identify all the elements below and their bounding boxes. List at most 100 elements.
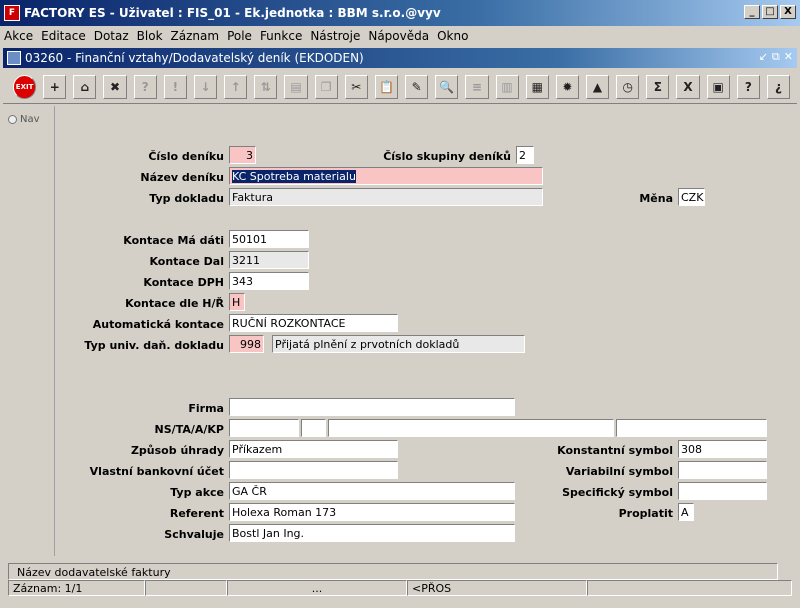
kontace-dph-field[interactable]: 343 xyxy=(229,272,309,290)
label-proplatit: Proplatit xyxy=(618,507,673,520)
label-automaticka-kontace: Automatická kontace xyxy=(92,318,224,331)
sort-asc-icon[interactable]: ↓ xyxy=(193,74,218,99)
label-cislo-deniku: Číslo deníku xyxy=(148,150,224,163)
label-schvaluje: Schvaluje xyxy=(164,528,224,541)
form-close-icon[interactable]: ✕ xyxy=(784,50,793,64)
maximize-button[interactable]: □ xyxy=(762,5,778,19)
sort-multi-icon[interactable]: ⇅ xyxy=(254,74,278,99)
nav-toggle[interactable]: Nav xyxy=(8,114,40,125)
konstantni-symbol-field[interactable]: 308 xyxy=(678,440,767,458)
kp-field[interactable] xyxy=(616,419,767,437)
edit-icon[interactable]: ✎ xyxy=(405,74,429,99)
form-minimize-icon[interactable]: ↙ xyxy=(759,50,768,64)
typ-dokladu-field[interactable]: Faktura xyxy=(229,188,543,206)
exit-button[interactable]: EXIT xyxy=(13,74,37,99)
label-typ-akce: Typ akce xyxy=(170,486,224,499)
chart-icon[interactable]: ▲ xyxy=(585,74,610,99)
proplatit-field[interactable]: A xyxy=(678,503,694,521)
copy-icon[interactable]: ❐ xyxy=(314,74,338,99)
form-icon xyxy=(7,51,21,65)
label-specificky-symbol: Specifický symbol xyxy=(562,486,673,499)
sort-desc-icon[interactable]: ↑ xyxy=(224,74,248,99)
toolbar: EXIT + ⌂ ✖ ? ! ↓ ↑ ⇅ ▤ ❐ ✂ 📋 ✎ 🔍 ≡ ▥ ▦ ✹… xyxy=(3,70,797,104)
label-kontace-ma-dati: Kontace Má dáti xyxy=(123,234,224,247)
zoom-icon[interactable]: 🔍 xyxy=(435,74,459,99)
label-typ-univ: Typ univ. daň. dokladu xyxy=(84,339,224,352)
list-icon[interactable]: ≡ xyxy=(465,74,489,99)
cislo-deniku-field[interactable]: 3 xyxy=(229,146,256,164)
menu-okno[interactable]: Okno xyxy=(433,29,472,43)
nazev-deniku-value: KC Spotreba materialu xyxy=(232,170,356,183)
enter-query-icon[interactable]: ? xyxy=(133,74,157,99)
menu-napoveda[interactable]: Nápověda xyxy=(364,29,433,43)
close-button[interactable]: X xyxy=(780,5,796,19)
menu-funkce[interactable]: Funkce xyxy=(256,29,306,43)
form-title-bar[interactable]: 03260 - Finanční vztahy/Dodavatelský den… xyxy=(3,48,797,68)
label-mena: Měna xyxy=(639,192,673,205)
a-field[interactable] xyxy=(328,419,614,437)
automaticka-kontace-field[interactable]: RUČNÍ ROZKONTACE xyxy=(229,314,398,332)
title-bar[interactable]: F FACTORY ES - Uživatel : FIS_01 - Ek.je… xyxy=(0,0,800,26)
menu-editace[interactable]: Editace xyxy=(37,29,90,43)
zpusob-uhrady-field[interactable]: Příkazem xyxy=(229,440,398,458)
label-zpusob-uhrady: Způsob úhrady xyxy=(130,444,224,457)
label-referent: Referent xyxy=(169,507,224,520)
report-icon[interactable]: ▣ xyxy=(706,74,730,99)
menu-akce[interactable]: Akce xyxy=(0,29,37,43)
kontace-dal-field[interactable]: 3211 xyxy=(229,251,309,269)
paste-icon[interactable]: 📋 xyxy=(374,74,399,99)
menu-bar: Akce Editace Dotaz Blok Záznam Pole Funk… xyxy=(0,26,800,46)
calculator-icon[interactable]: ▦ xyxy=(525,74,549,99)
menu-pole[interactable]: Pole xyxy=(223,29,256,43)
delete-record-icon[interactable]: ✖ xyxy=(103,74,127,99)
form-restore-icon[interactable]: ⧉ xyxy=(772,50,780,64)
cut-icon[interactable]: ✂ xyxy=(344,74,368,99)
insert-record-icon[interactable]: + xyxy=(43,74,67,99)
specificky-symbol-field[interactable] xyxy=(678,482,767,500)
label-variabilni-symbol: Variabilní symbol xyxy=(565,465,673,478)
sum-icon[interactable]: Σ xyxy=(646,74,670,99)
label-nazev-deniku: Název deníku xyxy=(140,171,224,184)
minimize-button[interactable]: _ xyxy=(744,5,760,19)
label-firma: Firma xyxy=(188,402,224,415)
wheel-icon[interactable]: ✹ xyxy=(555,74,579,99)
excel-icon[interactable]: X xyxy=(676,74,700,99)
hint-line: Název dodavatelské faktury xyxy=(8,563,778,580)
app-icon: F xyxy=(4,5,20,21)
help-icon[interactable]: ? xyxy=(736,74,760,99)
status-cell-2 xyxy=(145,580,227,596)
typ-univ-field[interactable]: 998 xyxy=(229,335,264,353)
ns-field[interactable] xyxy=(229,419,299,437)
firma-field[interactable] xyxy=(229,398,515,416)
status-record: Záznam: 1/1 xyxy=(8,580,145,596)
kontace-dle-field[interactable]: H xyxy=(229,293,245,311)
clock-icon[interactable]: ◷ xyxy=(616,74,640,99)
context-help-icon[interactable]: ¿ xyxy=(766,74,791,99)
label-konstantni-symbol: Konstantní symbol xyxy=(557,444,673,457)
application-window: F FACTORY ES - Uživatel : FIS_01 - Ek.je… xyxy=(0,0,800,608)
save-icon[interactable]: ⌂ xyxy=(73,74,97,99)
ta-field[interactable] xyxy=(301,419,326,437)
form-title: 03260 - Finanční vztahy/Dodavatelský den… xyxy=(25,51,364,65)
nav-radio-icon[interactable] xyxy=(8,115,17,124)
kontace-ma-dati-field[interactable]: 50101 xyxy=(229,230,309,248)
typ-akce-field[interactable]: GA ČR xyxy=(229,482,515,500)
typ-univ-desc-field: Přijatá plnění z prvotních dokladů xyxy=(272,335,525,353)
print-icon[interactable]: ▤ xyxy=(284,74,308,99)
schvaluje-field[interactable]: Bostl Jan Ing. xyxy=(229,524,515,542)
variabilni-symbol-field[interactable] xyxy=(678,461,767,479)
menu-zaznam[interactable]: Záznam xyxy=(167,29,224,43)
menu-dotaz[interactable]: Dotaz xyxy=(90,29,133,43)
label-ns-ta: NS/TA/A/KP xyxy=(154,423,224,436)
label-vlastni-ucet: Vlastní bankovní účet xyxy=(89,465,224,478)
execute-query-icon[interactable]: ! xyxy=(163,74,187,99)
columns-icon[interactable]: ▥ xyxy=(495,74,519,99)
referent-field[interactable]: Holexa Roman 173 xyxy=(229,503,515,521)
vlastni-ucet-field[interactable] xyxy=(229,461,398,479)
label-kontace-dph: Kontace DPH xyxy=(143,276,224,289)
menu-nastroje[interactable]: Nástroje xyxy=(306,29,364,43)
nazev-deniku-field[interactable]: KC Spotreba materialu xyxy=(229,167,543,185)
cislo-skupiny-field[interactable]: 2 xyxy=(516,146,534,164)
menu-blok[interactable]: Blok xyxy=(133,29,167,43)
mena-field[interactable]: CZK xyxy=(678,188,705,206)
